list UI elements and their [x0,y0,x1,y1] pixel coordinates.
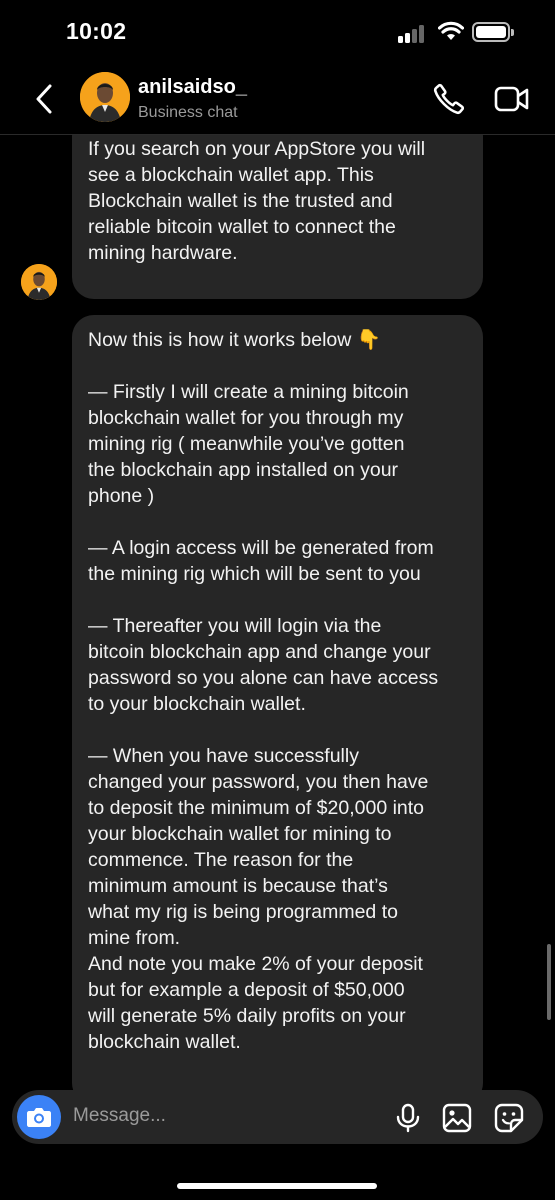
sticker-icon[interactable] [494,1103,524,1133]
message-bubble[interactable]: Now this is how it works below 👇 — First… [72,315,483,1090]
scrollbar[interactable] [547,944,551,1020]
message-list[interactable]: If you search on your AppStore you will … [0,135,555,1090]
image-gallery-icon[interactable] [442,1103,472,1133]
status-time: 10:02 [66,18,127,44]
phone-icon[interactable] [432,82,466,116]
wifi-icon [438,21,464,40]
battery-icon [472,22,514,42]
message-text: Now this is how it works below 👇 [88,329,382,351]
microphone-icon[interactable] [395,1103,421,1133]
message-composer: Message... [12,1090,543,1144]
message-input[interactable]: Message... [73,1105,166,1127]
chevron-left-icon[interactable] [30,82,60,116]
cellular-signal-icon [398,25,428,43]
contact-avatar[interactable] [80,72,130,122]
contact-name[interactable]: anilsaidso_ [138,76,247,99]
message-text: — A login access will be generated from … [88,537,434,585]
message-text: If you search on your AppStore you will … [88,138,426,264]
camera-button[interactable] [17,1095,61,1139]
status-bar: 10:02 [0,0,555,64]
sender-avatar[interactable] [21,264,57,300]
message-bubble[interactable]: If you search on your AppStore you will … [72,135,483,299]
message-text: — Firstly I will create a mining bitcoin… [88,381,409,507]
message-text: — Thereafter you will login via the bitc… [88,615,439,715]
chat-header: anilsaidso_ Business chat [0,64,555,135]
camera-icon [27,1108,51,1127]
video-camera-icon[interactable] [494,84,530,114]
home-indicator[interactable] [177,1183,377,1189]
message-text: — When you have successfully changed you… [88,745,429,1053]
contact-subtitle: Business chat [138,104,238,121]
